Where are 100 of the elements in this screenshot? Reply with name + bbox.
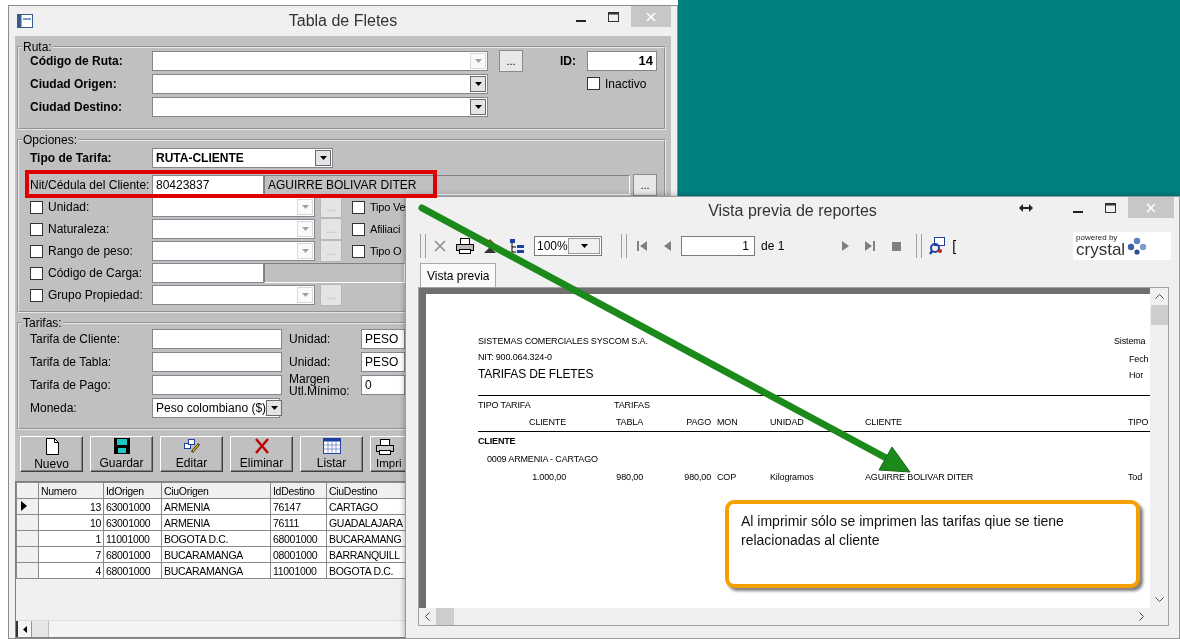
table-cell-text: 1.000,00 [531,472,567,482]
column-header: TIPO [1128,417,1150,427]
caret-icon [319,155,327,160]
scrollbar-thumb[interactable] [1150,305,1168,325]
caret-icon [474,81,482,86]
unit-field[interactable]: PESO [361,328,405,349]
caret-icon [270,405,278,410]
table-cell-text: Tod [1128,472,1144,482]
table-cell-text: 980,00 [683,472,712,482]
table-cell-text: COP [716,472,738,482]
field-label: Ciudad Origen: [30,76,118,91]
field-label: Tarifa de Cliente: [30,331,122,346]
group-label: Opciones: [22,133,79,147]
scrollbar-thumb[interactable] [436,608,454,625]
header-label: Fech [1129,354,1149,364]
maximize-icon[interactable] [1105,202,1116,213]
tree-icon[interactable] [510,239,524,253]
new-button[interactable]: Nuevo [20,436,83,472]
checkbox-label: Código de Carga: [48,266,144,280]
field-label: Moneda: [30,400,78,415]
nit-field[interactable]: 80423837 [152,175,264,195]
page-icon [44,437,59,455]
column-header: IdDestino [270,482,327,499]
checkbox[interactable] [30,266,43,280]
report-title: TARIFAS DE FLETES [478,367,595,381]
unit-field[interactable]: PESO [361,351,405,372]
text-field[interactable] [152,263,264,283]
toolbar-text: [ [952,238,957,254]
amount-field[interactable] [152,351,282,372]
chevron-right-icon [1139,612,1144,621]
left-arrow-icon [22,625,27,633]
header-label: Hor [1129,370,1144,380]
field-label: Unidad: [289,355,332,368]
table-cell-text: AGUIRRE BOLIVAR DITER [865,472,975,482]
search-icon[interactable] [929,237,948,255]
checkbox-label: Grupo Propiedad: [48,288,144,302]
double-arrow-icon[interactable] [1019,203,1033,212]
caret-icon [301,293,309,297]
cancel-icon[interactable] [434,240,446,252]
column-header: TIPO TARIFA [478,400,532,410]
checkbox[interactable] [352,244,365,258]
save-button[interactable]: Guardar [90,436,153,472]
field-label: Tipo de Tarifa: [30,150,113,165]
client-name-field: AGUIRRE BOLIVAR DITER [264,175,630,195]
previous-page-icon[interactable] [664,241,671,251]
dropdown-field[interactable]: Peso colombiano ($) [152,397,280,418]
caret-icon [301,205,309,209]
column-header: TARIFAS [614,400,651,410]
edit-icon [182,438,201,454]
chevron-up-icon [1154,294,1164,299]
next-page-icon[interactable] [842,241,850,251]
lookup-button[interactable]: ... [633,174,657,196]
checkbox-label: Tipo O [370,245,402,257]
stop-icon[interactable] [892,241,902,251]
route-label: 0009 ARMENIA - CARTAGO [487,454,598,464]
amount-field[interactable] [152,374,282,395]
column-header: TABLA [614,417,644,427]
dropdown-field[interactable] [152,73,488,94]
checkbox-label: Unidad: [48,200,91,214]
table-cell-text: 980,00 [615,472,644,482]
window-icon [17,14,33,28]
table-cell-text: Kilogramos [770,472,815,482]
group-label: Tarifas: [22,316,63,330]
zoom-dropdown[interactable]: 100% [534,236,602,256]
dropdown-field[interactable]: RUTA-CLIENTE [152,147,333,168]
checkbox[interactable] [352,222,365,236]
scrollbar-thumb[interactable] [32,621,49,637]
calendar-icon [322,438,341,454]
id-field[interactable]: 14 [587,50,657,71]
checkbox-label: Inactivo [605,76,647,91]
field-label: Tarifa de Tabla: [30,354,113,369]
checkbox[interactable] [352,200,365,214]
unit-field[interactable]: 0 [361,374,405,395]
tab[interactable]: Vista previa [420,263,497,287]
first-page-icon[interactable] [637,241,647,251]
column-header: PAGO [685,417,712,427]
list-button[interactable]: Listar [300,436,363,472]
column-header: CiuOrigen [161,482,271,499]
chevron-down-icon [1154,597,1164,602]
page-field[interactable]: 1 [681,236,755,256]
caret-icon [301,249,309,253]
caret-icon [474,104,482,109]
delete-button[interactable]: Eliminar [230,436,293,472]
maximize-icon[interactable] [608,11,619,22]
field-label: Nit/Cédula del Cliente: [30,178,151,192]
group-label: Ruta: [22,40,53,54]
printer-icon[interactable] [456,238,474,254]
checkbox[interactable] [587,77,600,90]
print-button[interactable]: Impri [370,436,407,472]
callout-note: Al imprimir sólo se imprimen las tarifas qiue se tiene relacionadas al cliente [725,500,1140,588]
close-icon [646,11,656,22]
company-name: SISTEMAS COMERCIALES SYSCOM S.A. [478,336,649,346]
x-icon [253,438,270,454]
export-icon[interactable] [482,238,498,254]
column-header: CLIENTE [865,417,903,427]
field-label: Tarifa de Pago: [30,377,112,392]
amount-field[interactable] [152,328,282,349]
last-page-icon[interactable] [865,241,876,251]
edit-button[interactable]: Editar [160,436,223,472]
dropdown-field[interactable] [152,96,488,117]
